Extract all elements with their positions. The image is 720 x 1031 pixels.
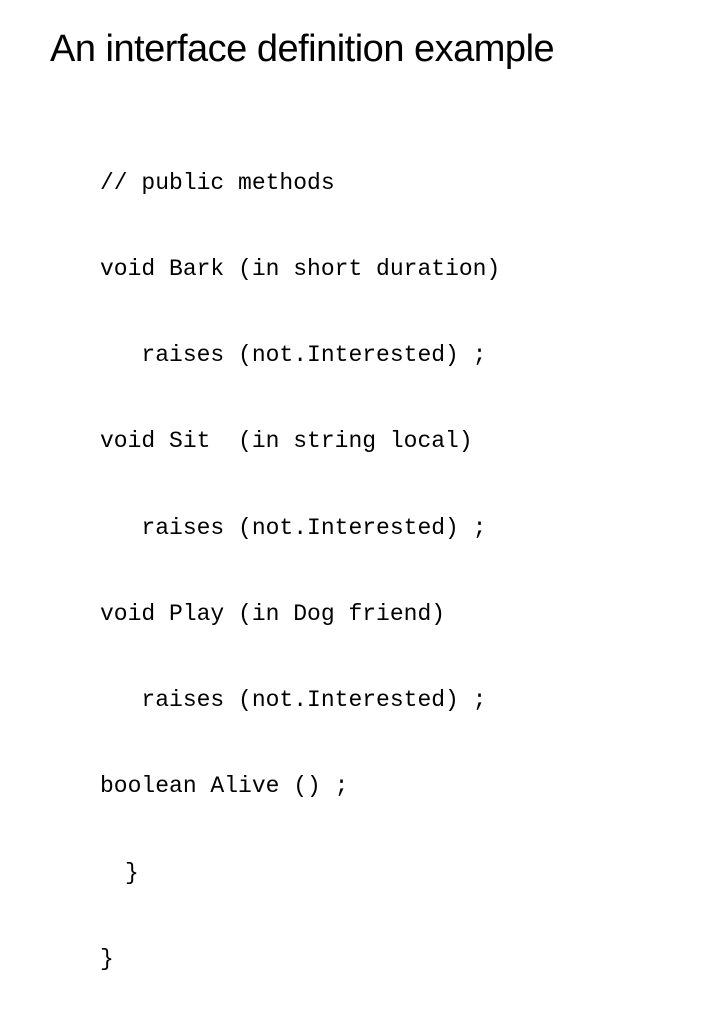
code-method-alive: boolean Alive () ; [100,772,670,801]
code-raises-bark: raises (not.Interested) ; [100,341,670,370]
slide-title: An interface definition example [50,28,670,71]
code-close-brace-inner: } [125,859,670,888]
code-block: // public methods void Bark (in short du… [100,111,670,1031]
code-raises-play: raises (not.Interested) ; [100,686,670,715]
code-comment: // public methods [100,169,670,198]
code-close-brace-outer: } [100,945,670,974]
code-method-bark: void Bark (in short duration) [100,255,670,284]
code-method-sit: void Sit (in string local) [100,427,670,456]
code-method-play: void Play (in Dog friend) [100,600,670,629]
code-raises-sit: raises (not.Interested) ; [100,514,670,543]
slide-container: An interface definition example // publi… [0,0,720,540]
